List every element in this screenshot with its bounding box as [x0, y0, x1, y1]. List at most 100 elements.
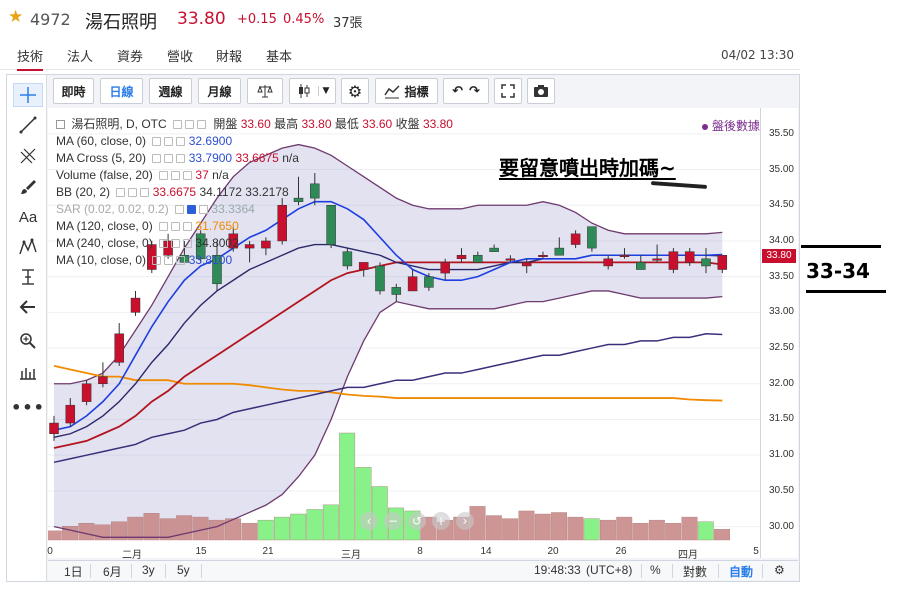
time-tick-label: 四月 [678, 550, 698, 561]
text-tool-icon[interactable]: Aa [13, 205, 43, 229]
fibonacci-icon[interactable] [13, 144, 43, 168]
legend-row-sar[interactable]: SAR (0.02, 0.02, 0.2) 33.3364 [56, 201, 255, 217]
legend-eye-icon[interactable] [159, 239, 169, 249]
legend-high: 33.80 [301, 117, 332, 131]
price-axis[interactable]: 35.50 35.00 34.50 34.00 33.50 33.00 32.50 32.00… [760, 108, 798, 558]
zoom-out-icon[interactable]: − [384, 512, 402, 530]
fullscreen-button[interactable] [494, 78, 522, 104]
brush-icon[interactable] [13, 175, 43, 199]
legend-settings-icon[interactable] [171, 222, 181, 232]
interval-monthly-button[interactable]: 月線 [198, 78, 241, 104]
legend-remove-icon[interactable] [183, 222, 193, 232]
auto-scale-button[interactable]: 自動 [729, 563, 753, 580]
tab-technical[interactable]: 技術 [17, 46, 44, 71]
settings-button[interactable]: ⚙ [341, 78, 369, 104]
log-scale-button[interactable]: 對數 [683, 563, 707, 580]
divider [201, 564, 202, 578]
range-5y-button[interactable]: 5y [177, 563, 190, 577]
interval-intraday-button[interactable]: 即時 [53, 78, 94, 104]
legend-remove-icon[interactable] [197, 120, 207, 130]
price-tick-label: 31.50 [768, 413, 794, 425]
legend-eye-icon[interactable] [116, 188, 126, 198]
legend-remove-icon[interactable] [199, 205, 209, 215]
legend-row-volume[interactable]: Volume (false, 20) 37 n/a [56, 167, 229, 183]
star-icon[interactable]: ★ [8, 9, 23, 26]
after-hours-link[interactable]: 盤後數據 [702, 117, 760, 134]
legend-toggle-icon[interactable] [185, 120, 195, 130]
legend-row-bb[interactable]: BB (20, 2) 33.6675 34.1172 33.2178 [56, 184, 289, 200]
snapshot-button[interactable] [527, 78, 555, 104]
legend-remove-icon[interactable] [176, 256, 186, 266]
legend-eye-icon[interactable] [159, 171, 169, 181]
legend-eye-icon[interactable] [152, 154, 162, 164]
legend-eye-icon[interactable] [152, 137, 162, 147]
legend-row-ma240[interactable]: MA (240, close, 0) 34.8002 [56, 235, 239, 251]
legend-low: 33.60 [362, 117, 393, 131]
legend-remove-icon[interactable] [183, 239, 193, 249]
percent-scale-button[interactable]: % [650, 563, 661, 577]
price-tick-label: 34.00 [768, 234, 794, 246]
range-3y-button[interactable]: 3y [142, 563, 155, 577]
compare-scale-button[interactable] [247, 78, 283, 104]
interval-daily-button[interactable]: 日線 [100, 78, 143, 104]
legend-settings-icon[interactable] [164, 154, 174, 164]
legend-settings-icon[interactable] [187, 205, 197, 215]
measure-ruler-icon[interactable] [13, 361, 43, 385]
legend-remove-icon[interactable] [176, 137, 186, 147]
volume-bar [681, 516, 698, 541]
scroll-right-icon[interactable]: › [456, 512, 474, 530]
chart-settings-icon[interactable]: ⚙ [774, 563, 785, 577]
time-axis[interactable]: 0 二月 15 21 三月 8 14 20 26 四月 5 [47, 546, 760, 561]
redo-icon[interactable]: ↷ [469, 84, 480, 99]
tab-institutional[interactable]: 法人 [67, 46, 93, 65]
candle-body [701, 258, 711, 267]
legend-row-ma10[interactable]: MA (10, close, 0) 33.8100 [56, 252, 232, 268]
range-6m-button[interactable]: 6月 [103, 563, 122, 580]
legend-settings-icon[interactable] [171, 171, 181, 181]
legend-remove-icon[interactable] [140, 188, 150, 198]
range-1d-button[interactable]: 1日 [64, 563, 83, 580]
tab-revenue[interactable]: 營收 [167, 46, 193, 65]
interval-weekly-button[interactable]: 週線 [149, 78, 192, 104]
divider [90, 564, 91, 578]
timezone-button[interactable]: (UTC+8) [586, 563, 632, 577]
tab-financials[interactable]: 財報 [216, 46, 242, 65]
divider [762, 564, 763, 578]
candle-body [440, 262, 450, 274]
legend-settings-icon[interactable] [171, 239, 181, 249]
legend-settings-icon[interactable] [164, 256, 174, 266]
time-tick-label: 5 [753, 546, 759, 557]
reset-icon[interactable]: ↺ [408, 512, 426, 530]
pattern-icon[interactable] [13, 235, 43, 259]
legend-eye-icon[interactable] [159, 222, 169, 232]
indicators-button[interactable]: 指標 [375, 78, 438, 104]
legend-settings-icon[interactable] [128, 188, 138, 198]
chart-type-button[interactable]: ▼ [289, 78, 336, 104]
candle-body [81, 383, 92, 402]
legend-eye-icon[interactable] [152, 256, 162, 266]
legend-remove-icon[interactable] [176, 154, 186, 164]
crosshair-icon[interactable] [13, 83, 43, 107]
legend-value: n/a [212, 168, 229, 182]
arrow-left-icon[interactable] [13, 295, 43, 319]
zoom-in-icon[interactable]: + [432, 512, 450, 530]
collapse-icon[interactable] [56, 120, 65, 130]
zoom-icon[interactable] [13, 329, 43, 353]
legend-row-ma-cross[interactable]: MA Cross (5, 20) 33.7900 33.6675 n/a [56, 150, 299, 166]
measure-icon[interactable] [13, 265, 43, 289]
tab-margin[interactable]: 資券 [117, 46, 143, 65]
legend-eye-icon[interactable] [175, 205, 185, 215]
more-tools-icon[interactable]: ••• [11, 395, 44, 419]
legend-settings-icon[interactable] [164, 137, 174, 147]
undo-icon[interactable]: ↶ [452, 84, 469, 99]
scroll-left-icon[interactable]: ‹ [360, 512, 378, 530]
legend-row-ma60[interactable]: MA (60, close, 0) 32.6900 [56, 133, 232, 149]
trendline-icon[interactable] [13, 113, 43, 137]
tab-basic[interactable]: 基本 [266, 46, 292, 65]
legend-row-ma120[interactable]: MA (120, close, 0) 31.7650 [56, 218, 239, 234]
legend-remove-icon[interactable] [183, 171, 193, 181]
volume-bar [697, 521, 714, 541]
divider [718, 564, 719, 578]
legend-settings-icon[interactable] [173, 120, 183, 130]
current-price-tag: 33.80 [762, 249, 796, 263]
